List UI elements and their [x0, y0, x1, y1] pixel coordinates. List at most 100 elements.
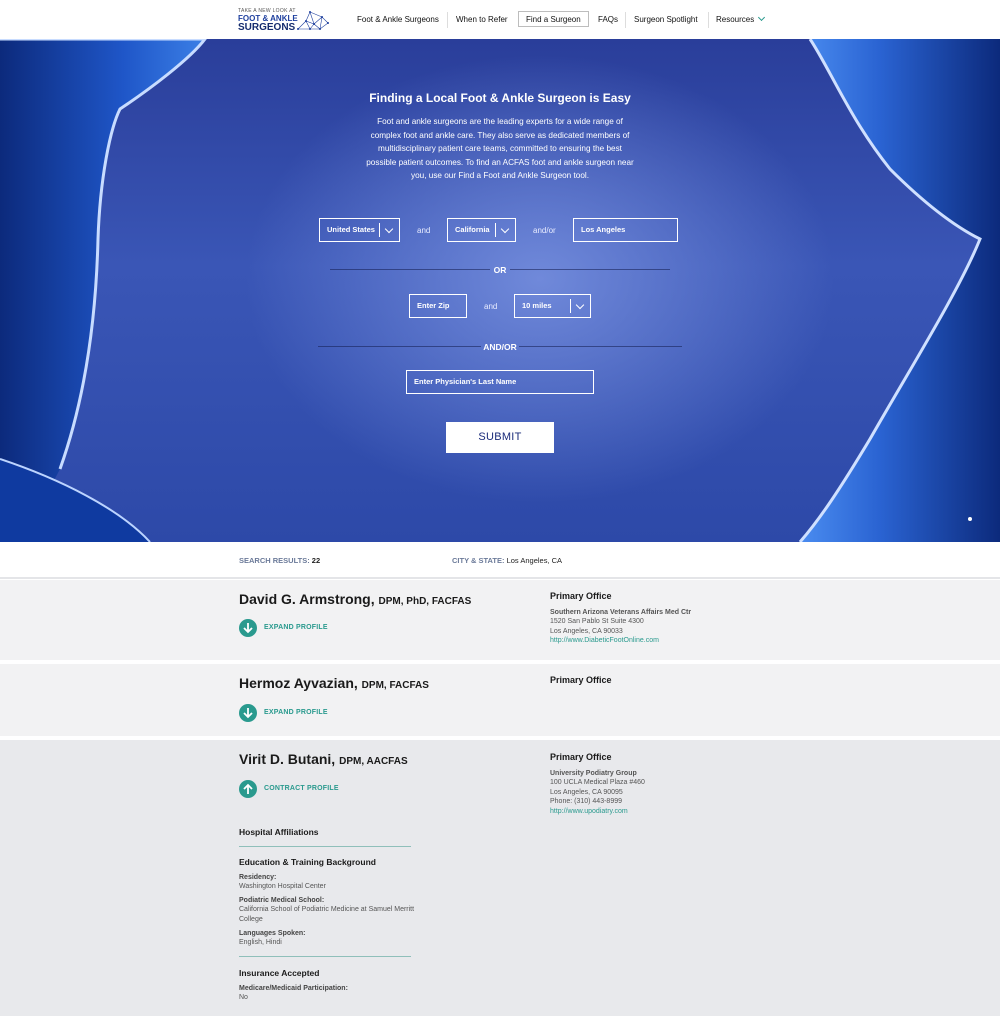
surgeon-name-text: David G. Armstrong,	[239, 591, 375, 607]
surgeon-card-expanded: Virit D. Butani, DPM, AACFAS CONTRACT PR…	[0, 740, 1000, 1016]
andor-divider-right	[519, 346, 682, 347]
or-divider-right	[510, 269, 670, 270]
andor-divider-left	[318, 346, 481, 347]
expand-profile-button[interactable]: EXPAND PROFILE	[239, 619, 359, 637]
hero-title: Finding a Local Foot & Ankle Surgeon is …	[369, 91, 631, 105]
city-state-value: Los Angeles, CA	[506, 556, 563, 565]
or-divider-left	[330, 269, 490, 270]
surgeon-credentials: DPM, AACFAS	[339, 756, 408, 767]
residency-value: Washington Hospital Center	[239, 883, 326, 891]
office-name: Southern Arizona Veterans Affairs Med Ct…	[550, 609, 692, 616]
medical-school-label: Podiatric Medical School:	[239, 897, 325, 904]
office-website-link[interactable]: http://www.DiabeticFootOnline.com	[550, 636, 691, 645]
toggle-label: EXPAND PROFILE	[264, 709, 328, 716]
country-select-value: United States	[327, 225, 375, 234]
top-nav: TAKE A NEW LOOK AT FOOT & ANKLE SURGEONS…	[0, 0, 1000, 39]
nav-divider	[447, 12, 448, 28]
surgeon-name: David G. Armstrong, DPM, PhD, FACFAS	[239, 591, 471, 607]
nav-find-a-surgeon[interactable]: Find a Surgeon	[518, 11, 589, 27]
surgeon-name-text: Virit D. Butani,	[239, 751, 336, 767]
state-select-value: California	[455, 225, 490, 234]
languages-info: Languages Spoken: English, Hindi	[239, 929, 439, 948]
surgeon-right-image	[798, 39, 1000, 542]
medical-school-info: Podiatric Medical School: California Sch…	[239, 896, 419, 924]
results-summary: SEARCH RESULTS: 22 CITY & STATE: Los Ang…	[0, 542, 1000, 579]
select-divider	[570, 299, 571, 313]
search-results-count: SEARCH RESULTS: 22	[239, 556, 320, 565]
nav-divider	[708, 12, 709, 28]
site-logo[interactable]: TAKE A NEW LOOK AT FOOT & ANKLE SURGEONS	[238, 8, 332, 33]
surgeon-card: David G. Armstrong, DPM, PhD, FACFAS EXP…	[0, 580, 1000, 660]
office-address-line-2: Los Angeles, CA 90095	[550, 788, 623, 796]
and-or-label: and/or	[533, 226, 556, 235]
residency-info: Residency: Washington Hospital Center	[239, 873, 439, 892]
nav-when-to-refer[interactable]: When to Refer	[456, 12, 508, 27]
languages-label: Languages Spoken:	[239, 930, 306, 937]
office-phone: Phone: (310) 443-8999	[550, 798, 622, 806]
surgeon-name: Virit D. Butani, DPM, AACFAS	[239, 751, 408, 767]
medicare-value: No	[239, 994, 248, 1002]
education-heading: Education & Training Background	[239, 857, 376, 867]
residency-label: Residency:	[239, 874, 277, 881]
surgeon-left-image	[0, 39, 207, 542]
and-label: and	[484, 302, 498, 311]
nav-faqs[interactable]: FAQs	[598, 12, 618, 27]
country-select[interactable]: United States	[319, 218, 400, 242]
results-count-value: 22	[311, 556, 321, 565]
nav-resources-label: Resources	[716, 15, 755, 24]
last-name-input[interactable]: Enter Physician's Last Name	[406, 370, 594, 394]
chevron-down-icon	[500, 224, 510, 234]
surgeon-card: Hermoz Ayvazian, DPM, FACFAS EXPAND PROF…	[0, 664, 1000, 736]
foot-network-icon	[297, 11, 329, 30]
contract-profile-button[interactable]: CONTRACT PROFILE	[239, 780, 359, 798]
medicare-info: Medicare/Medicaid Participation: No	[239, 984, 439, 1003]
and-label: and	[417, 226, 431, 235]
expand-profile-button[interactable]: EXPAND PROFILE	[239, 704, 359, 722]
state-select[interactable]: California	[447, 218, 516, 242]
primary-office-details: Southern Arizona Veterans Affairs Med Ct…	[550, 608, 691, 646]
or-label: OR	[493, 265, 507, 275]
arrow-up-icon	[239, 780, 257, 798]
hospital-affiliations-heading: Hospital Affiliations	[239, 827, 319, 837]
primary-office-details: University Podiatry Group 100 UCLA Medic…	[550, 769, 645, 816]
primary-office-heading: Primary Office	[550, 675, 612, 685]
search-hero: Finding a Local Foot & Ankle Surgeon is …	[0, 39, 1000, 542]
chevron-down-icon	[575, 300, 585, 310]
insurance-heading: Insurance Accepted	[239, 968, 320, 978]
office-address-line-2: Los Angeles, CA 90033	[550, 627, 623, 635]
city-input[interactable]: Los Angeles	[573, 218, 678, 242]
office-address-line-1: 1520 San Pablo St Suite 4300	[550, 618, 644, 626]
logo-line-3: SURGEONS	[238, 22, 296, 33]
toggle-label: EXPAND PROFILE	[264, 624, 328, 631]
results-count-label: SEARCH RESULTS:	[239, 556, 310, 565]
surgeon-credentials: DPM, FACFAS	[361, 680, 429, 691]
medicare-label: Medicare/Medicaid Participation:	[239, 985, 348, 992]
section-divider	[239, 846, 411, 847]
zip-input[interactable]: Enter Zip	[409, 294, 467, 318]
nav-divider	[625, 12, 626, 28]
toggle-label: CONTRACT PROFILE	[264, 785, 339, 792]
surgeon-credentials: DPM, PhD, FACFAS	[378, 596, 472, 607]
city-state-label: CITY & STATE:	[452, 556, 505, 565]
nav-resources[interactable]: Resources	[716, 12, 766, 27]
hero-description: Foot and ankle surgeons are the leading …	[366, 117, 634, 180]
select-divider	[379, 223, 380, 237]
nav-foot-ankle-surgeons[interactable]: Foot & Ankle Surgeons	[357, 12, 439, 27]
medical-school-value: California School of Podiatric Medicine …	[239, 906, 415, 923]
radius-select-value: 10 miles	[522, 301, 552, 310]
languages-value: English, Hindi	[239, 939, 282, 947]
primary-office-heading: Primary Office	[550, 752, 612, 762]
surgeon-name-text: Hermoz Ayvazian,	[239, 675, 358, 691]
office-address-line-1: 100 UCLA Medical Plaza #460	[550, 779, 645, 787]
chevron-down-icon	[758, 13, 766, 22]
submit-button[interactable]: SUBMIT	[446, 422, 554, 453]
arrow-down-icon	[239, 619, 257, 637]
arrow-down-icon	[239, 704, 257, 722]
city-state-summary: CITY & STATE: Los Angeles, CA	[452, 556, 562, 565]
office-name: University Podiatry Group	[550, 770, 637, 777]
office-website-link[interactable]: http://www.upodiatry.com	[550, 807, 645, 816]
radius-select[interactable]: 10 miles	[514, 294, 591, 318]
nav-surgeon-spotlight[interactable]: Surgeon Spotlight	[634, 12, 698, 27]
chevron-down-icon	[384, 224, 394, 234]
andor-label: AND/OR	[483, 342, 517, 352]
